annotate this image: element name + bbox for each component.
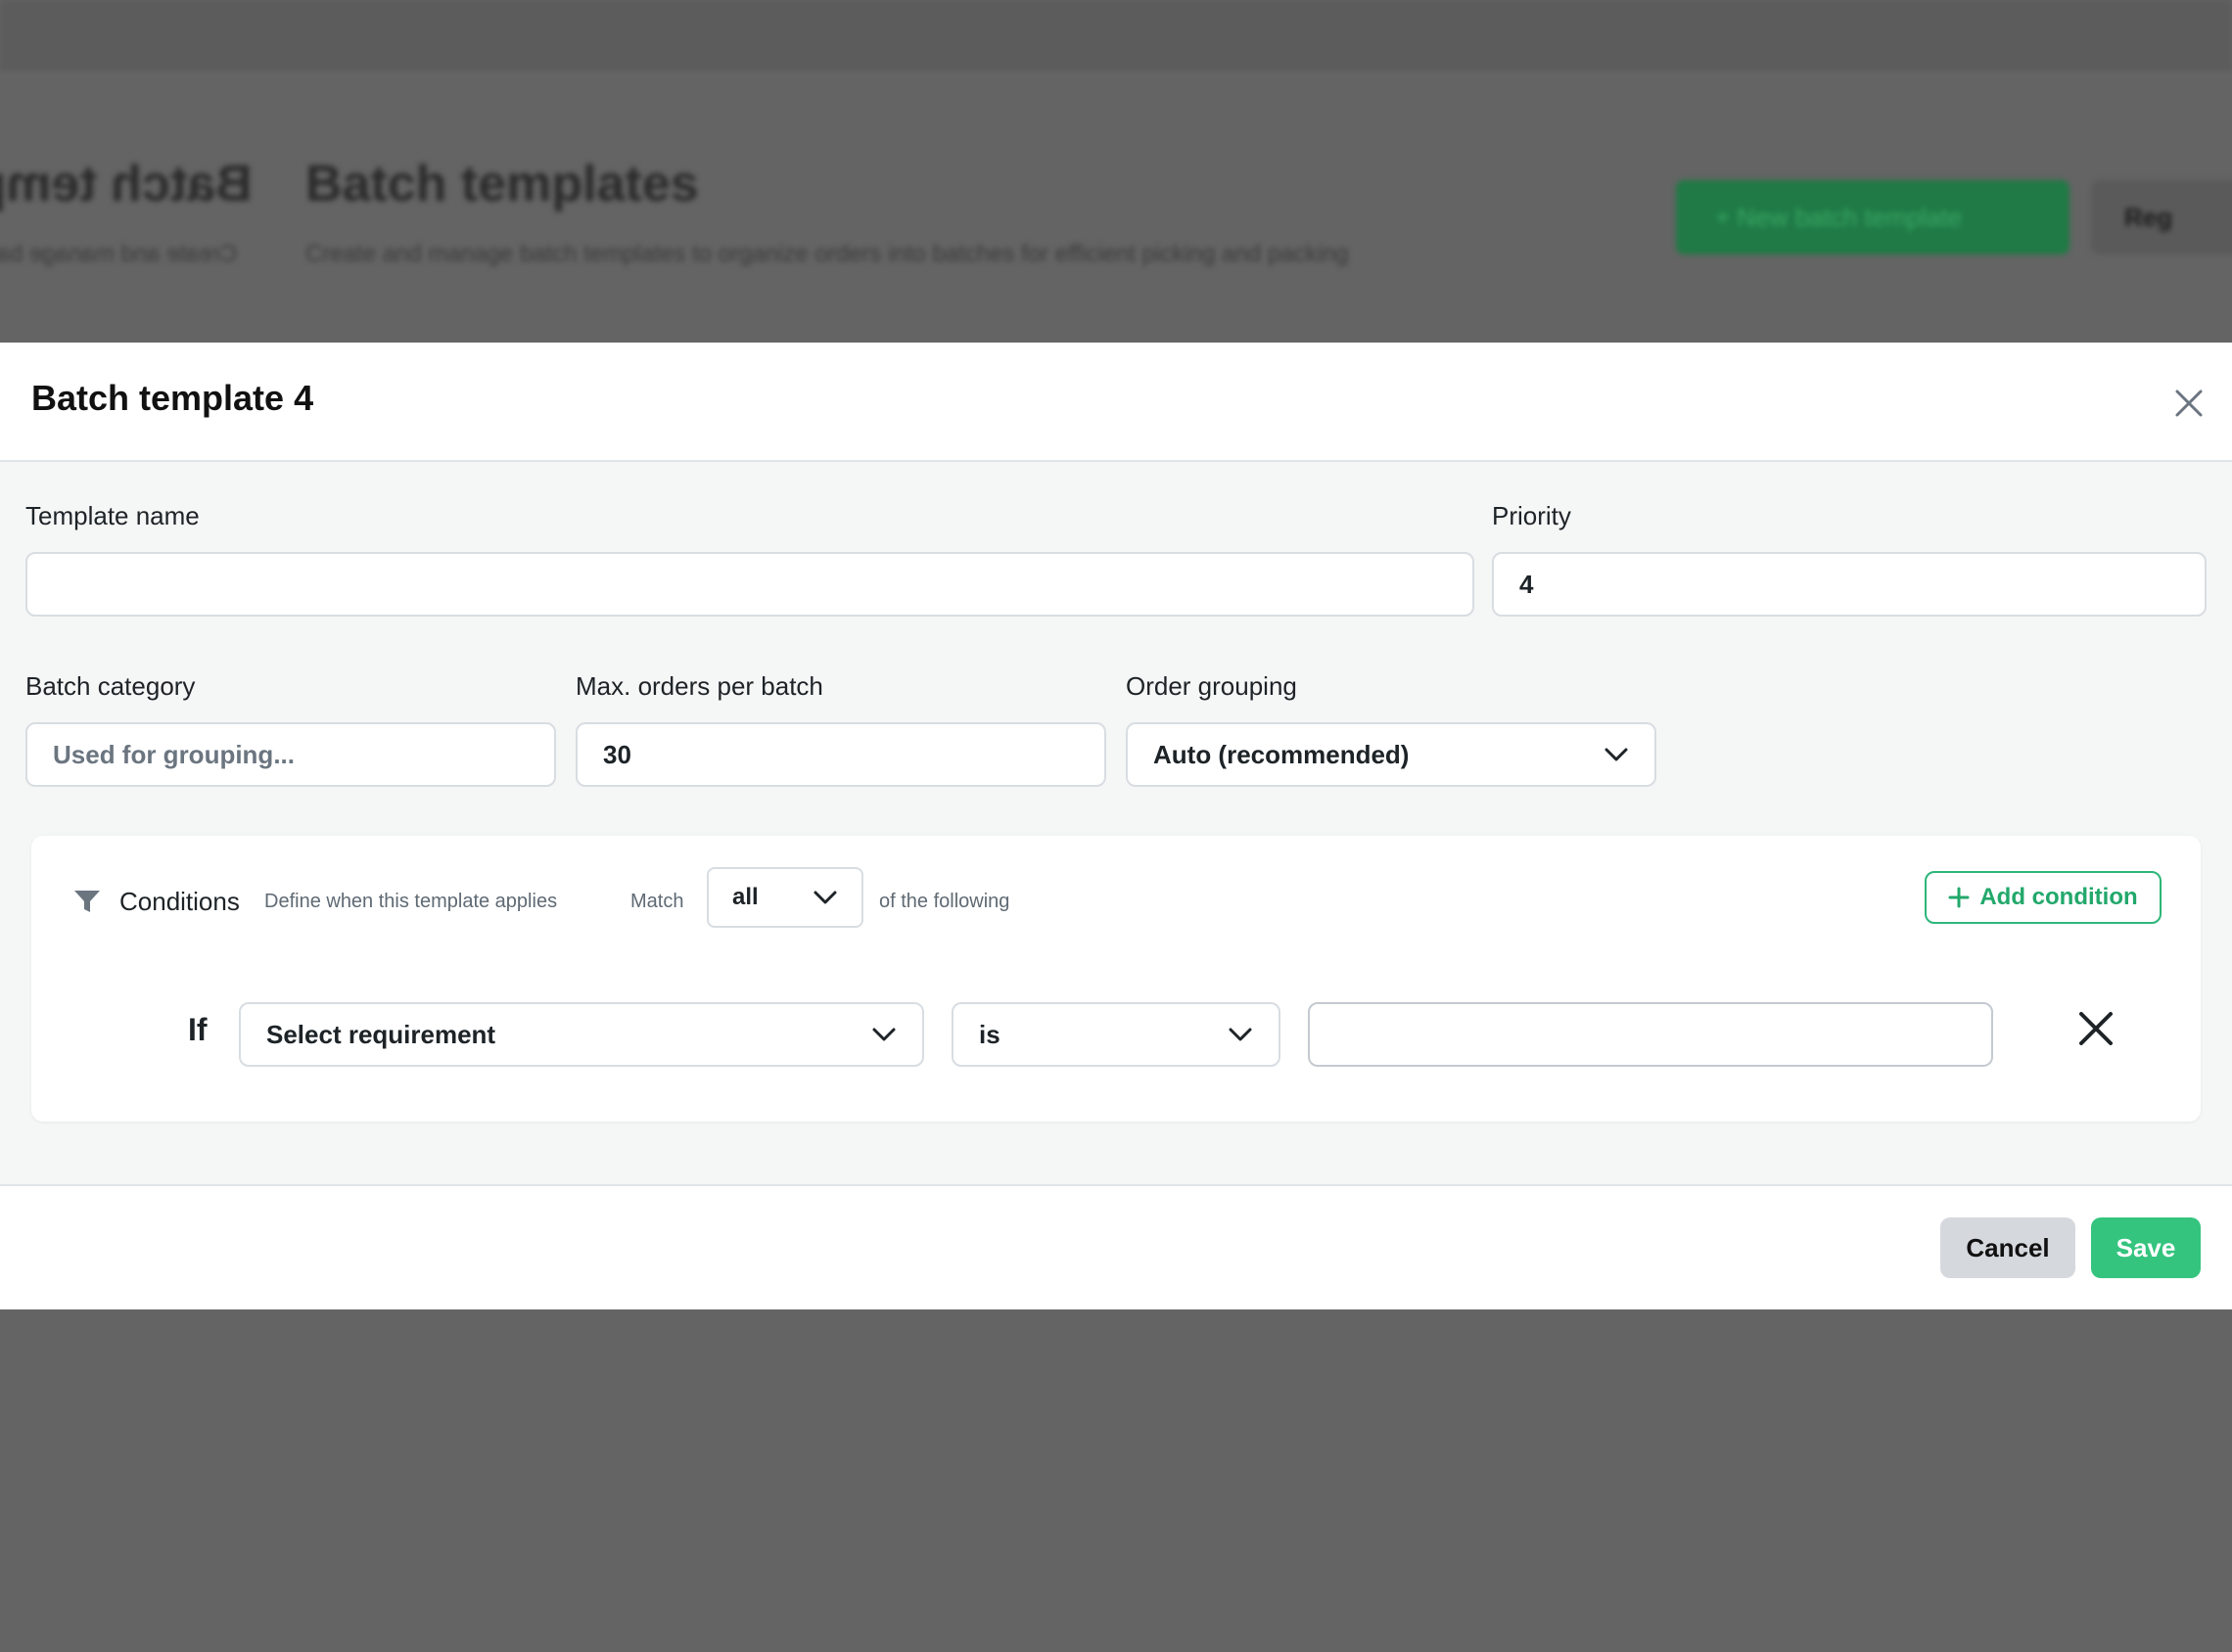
background-title-reflection: Batch templ: [0, 156, 253, 212]
requirement-select[interactable]: Select requirement: [239, 1002, 924, 1067]
requirement-value: Select requirement: [266, 1019, 496, 1049]
condition-if-label: If: [188, 1012, 208, 1047]
match-label: Match: [630, 891, 684, 912]
filter-icon: [74, 891, 100, 912]
order-grouping-select[interactable]: Auto (recommended): [1126, 722, 1656, 787]
batch-category-label: Batch category: [25, 671, 196, 701]
condition-value-input[interactable]: [1308, 1002, 1993, 1067]
background-page-title: Batch templates: [305, 156, 699, 212]
background-subtitle-reflection: Create and manage bat: [0, 241, 238, 267]
of-the-following-label: of the following: [879, 891, 1010, 912]
background-new-batch-template-button: + New batch template: [1676, 180, 2069, 254]
close-icon[interactable]: [2169, 384, 2209, 423]
add-condition-button[interactable]: Add condition: [1925, 871, 2162, 924]
batch-template-modal: Batch template 4 Template name Priority …: [0, 343, 2232, 1309]
chevron-down-icon: [872, 1028, 896, 1041]
add-condition-label: Add condition: [1979, 884, 2138, 910]
conditions-title: Conditions: [119, 887, 240, 916]
background-page: Batch templ Batch templates Create and m…: [0, 0, 2232, 343]
conditions-description: Define when this template applies: [264, 891, 558, 912]
template-name-label: Template name: [25, 501, 200, 530]
order-grouping-label: Order grouping: [1126, 671, 1297, 701]
order-grouping-value: Auto (recommended): [1153, 739, 1410, 769]
background-topbar: [0, 0, 2232, 74]
match-mode-select[interactable]: all: [707, 867, 863, 928]
priority-label: Priority: [1492, 501, 1571, 530]
template-name-input[interactable]: [25, 552, 1474, 617]
conditions-card: Conditions Define when this template app…: [31, 836, 2201, 1122]
priority-input[interactable]: [1492, 552, 2207, 617]
modal-footer: Cancel Save: [0, 1184, 2232, 1309]
modal-header: Batch template 4: [0, 343, 2232, 462]
remove-condition-icon[interactable]: [2077, 1010, 2115, 1047]
chevron-down-icon: [1604, 748, 1628, 761]
modal-title: Batch template 4: [31, 378, 314, 418]
cancel-button[interactable]: Cancel: [1940, 1217, 2075, 1278]
max-orders-input[interactable]: [576, 722, 1106, 787]
max-orders-label: Max. orders per batch: [576, 671, 823, 701]
operator-value: is: [979, 1019, 1000, 1049]
background-secondary-button: Reg: [2091, 180, 2232, 254]
save-button[interactable]: Save: [2091, 1217, 2201, 1278]
chevron-down-icon: [1229, 1028, 1252, 1041]
operator-select[interactable]: is: [952, 1002, 1280, 1067]
plus-icon: [1948, 887, 1970, 908]
background-page-subtitle: Create and manage batch templates to org…: [305, 241, 1349, 267]
chevron-down-icon: [814, 891, 837, 904]
batch-category-input[interactable]: [25, 722, 556, 787]
match-mode-value: all: [732, 884, 759, 910]
